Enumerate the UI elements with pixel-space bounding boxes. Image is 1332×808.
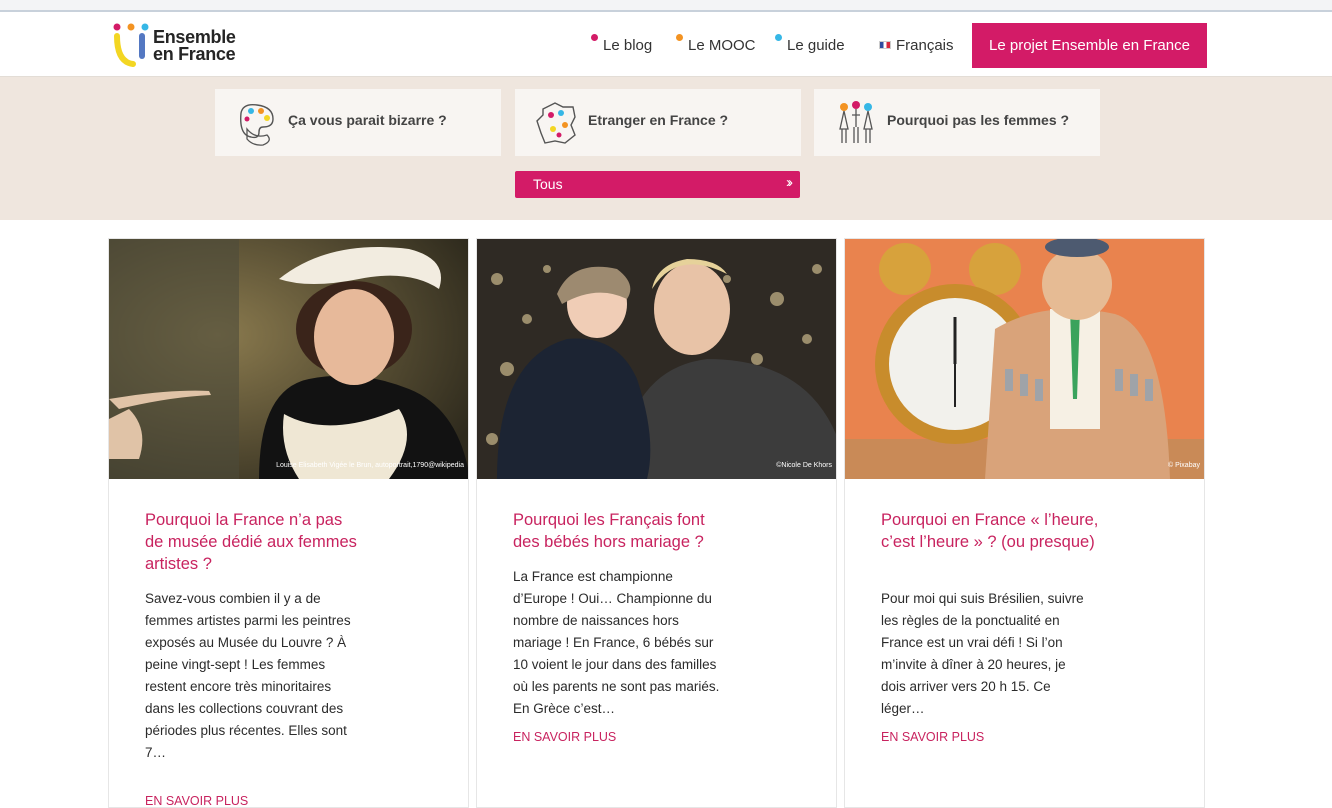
- category-etranger[interactable]: Etranger en France ?: [515, 89, 801, 156]
- logo-line-2: en France: [153, 44, 236, 64]
- read-more-link[interactable]: EN SAVOIR PLUS: [881, 730, 984, 744]
- french-flag-icon: [879, 41, 891, 49]
- article-title[interactable]: Pourquoi en France « l’heure, c’est l’he…: [881, 509, 1099, 553]
- nav-mooc-link[interactable]: Le MOOC: [676, 34, 756, 54]
- all-categories-button[interactable]: Tous ››: [515, 171, 800, 198]
- article-image[interactable]: © Pixabay: [845, 239, 1204, 479]
- category-bizarre[interactable]: Ça vous parait bizarre ?: [215, 89, 501, 156]
- nav-guide-label: Le guide: [787, 37, 845, 54]
- nav-blog-label: Le blog: [603, 37, 653, 54]
- read-more-link[interactable]: EN SAVOIR PLUS: [513, 730, 616, 744]
- logo-mark-icon: [113, 23, 149, 67]
- category-band: Ça vous parait bizarre ? Etranger en Fra…: [0, 77, 1332, 220]
- family-lights-image: [477, 239, 836, 479]
- palette-face-icon: [240, 103, 274, 146]
- article-card[interactable]: Louise Elisabeth Vigée le Brun, autoport…: [108, 238, 469, 808]
- category-femmes[interactable]: Pourquoi pas les femmes ?: [814, 89, 1100, 156]
- nav-mooc-label: Le MOOC: [688, 37, 756, 54]
- portrait-painting-image: [109, 239, 468, 479]
- project-button[interactable]: Le projet Ensemble en France: [972, 23, 1207, 68]
- image-credit: ©Nicole De Khors: [776, 462, 832, 469]
- article-image[interactable]: Louise Elisabeth Vigée le Brun, autoport…: [109, 239, 468, 479]
- language-label: Français: [896, 37, 954, 54]
- read-more-link[interactable]: EN SAVOIR PLUS: [145, 794, 248, 808]
- blue-dot-icon: [775, 34, 782, 41]
- logo-text: Ensemble en France: [153, 28, 236, 64]
- image-credit: Louise Elisabeth Vigée le Brun, autoport…: [276, 462, 464, 469]
- article-excerpt: La France est championne d’Europe ! Oui……: [513, 569, 720, 716]
- article-card[interactable]: © Pixabay Pourquoi en France « l’heure, …: [844, 238, 1205, 808]
- article-excerpt: Savez-vous combien il y a de femmes arti…: [145, 591, 351, 760]
- article-image[interactable]: ©Nicole De Khors: [477, 239, 836, 479]
- category-bizarre-label: Ça vous parait bizarre ?: [288, 112, 447, 128]
- article-title[interactable]: Pourquoi les Français font des bébés hor…: [513, 509, 731, 553]
- site-header: Ensemble en France Le blog Le MOOC Le gu…: [0, 12, 1332, 77]
- all-categories-label: Tous: [533, 176, 563, 192]
- france-map-icon: [536, 102, 576, 144]
- image-credit: © Pixabay: [1167, 462, 1200, 469]
- language-selector[interactable]: Français: [879, 37, 954, 54]
- double-chevron-right-icon: ››: [786, 174, 793, 191]
- nav-blog-link[interactable]: Le blog: [591, 34, 653, 54]
- pink-dot-icon: [591, 34, 598, 41]
- category-femmes-label: Pourquoi pas les femmes ?: [887, 112, 1070, 128]
- article-title[interactable]: Pourquoi la France n’a pas de musée dédi…: [145, 509, 363, 575]
- women-figures-icon: [839, 101, 873, 143]
- nav-guide-link[interactable]: Le guide: [775, 34, 845, 54]
- category-etranger-label: Etranger en France ?: [588, 112, 729, 128]
- clock-figurine-image: [845, 239, 1204, 479]
- browser-chrome-strip: [0, 0, 1332, 12]
- logo[interactable]: Ensemble en France: [112, 22, 252, 72]
- article-card[interactable]: ©Nicole De Khors Pourquoi les Français f…: [476, 238, 837, 808]
- orange-dot-icon: [676, 34, 683, 41]
- article-excerpt: Pour moi qui suis Brésilien, suivre les …: [881, 591, 1084, 716]
